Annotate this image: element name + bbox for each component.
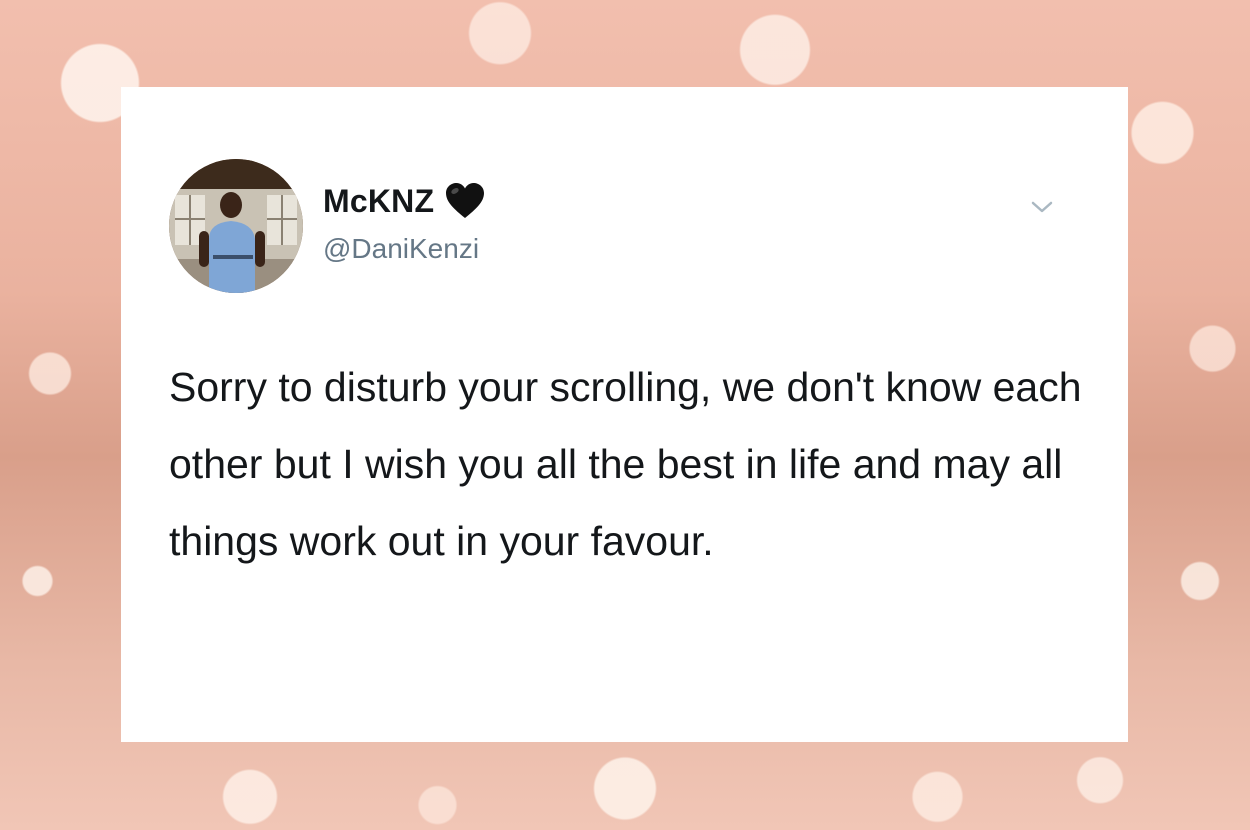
- black-heart-icon: [444, 182, 486, 220]
- tweet-card: McKNZ @DaniKenzi Sorry to disturb your s…: [121, 87, 1128, 742]
- chevron-down-icon[interactable]: [1028, 193, 1056, 221]
- avatar[interactable]: [169, 159, 303, 293]
- author-row: McKNZ: [323, 182, 486, 220]
- display-name[interactable]: McKNZ: [323, 183, 434, 220]
- tweet-text: Sorry to disturb your scrolling, we don'…: [169, 364, 1082, 564]
- avatar-photo: [169, 159, 303, 293]
- user-handle[interactable]: @DaniKenzi: [323, 233, 479, 265]
